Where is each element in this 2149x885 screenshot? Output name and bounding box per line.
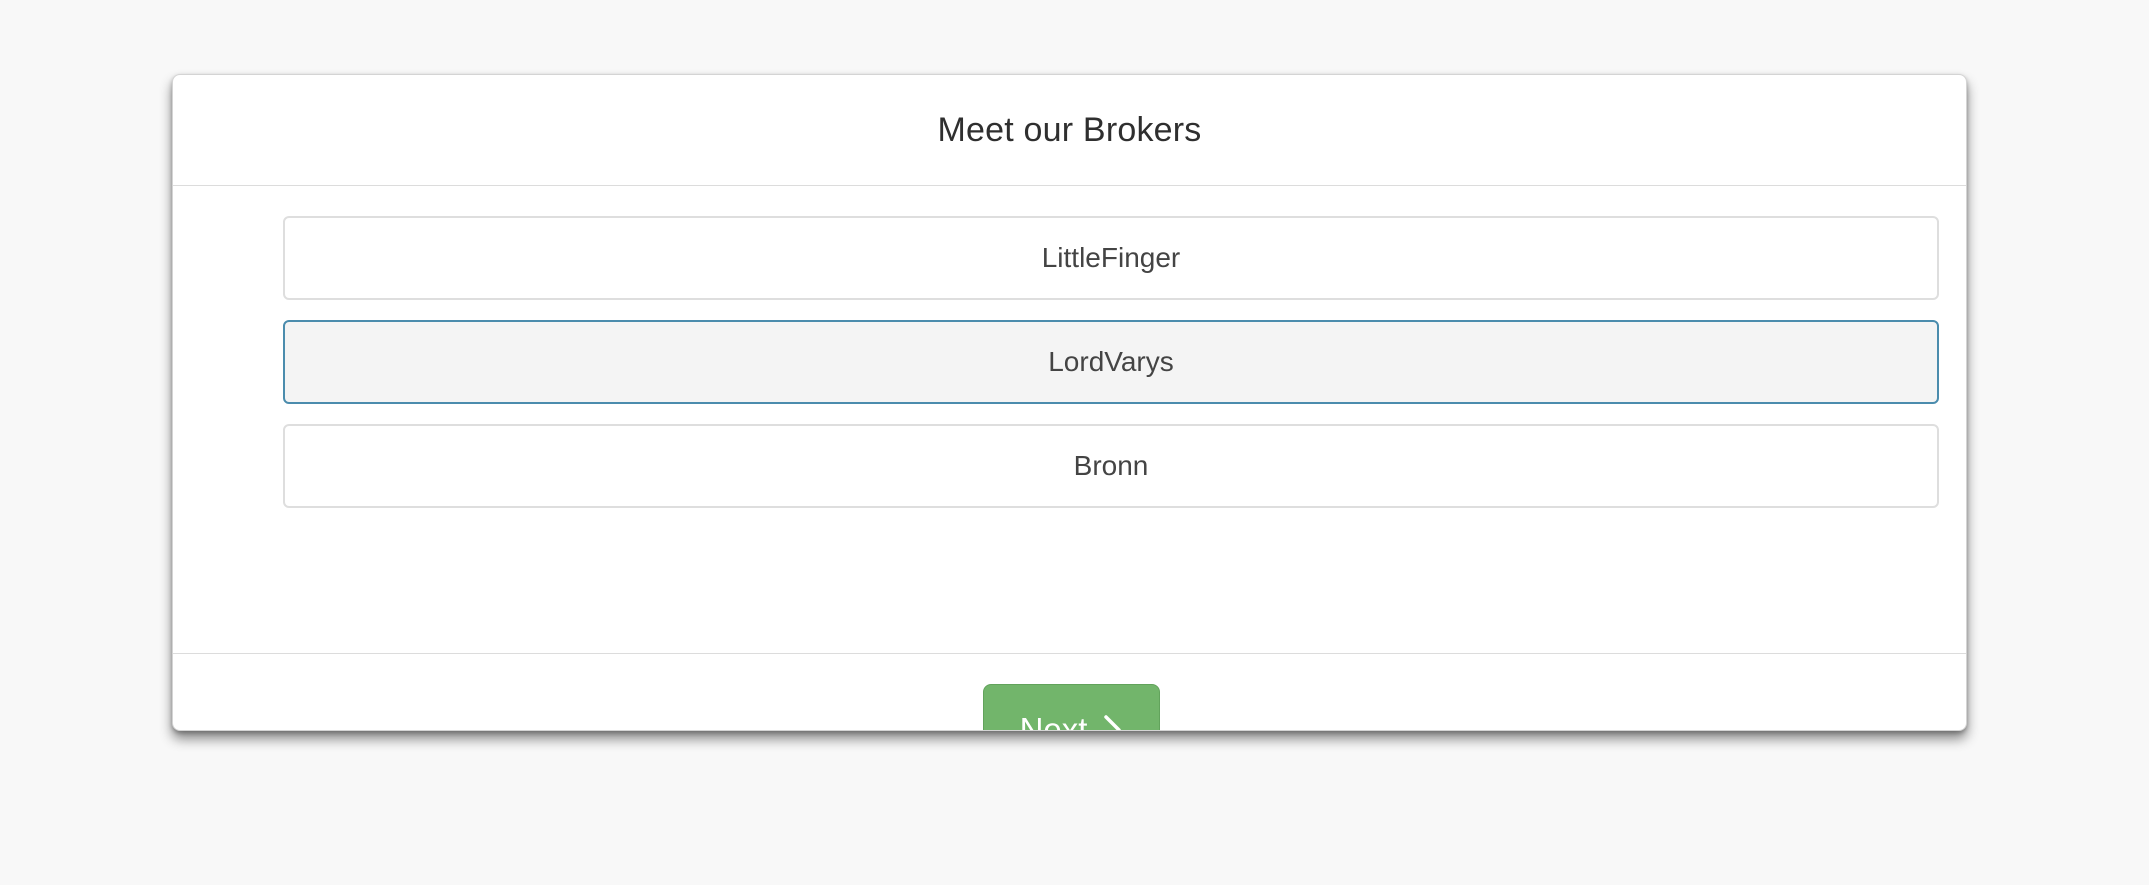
next-button-label: Next (1019, 710, 1088, 731)
broker-option-lordvarys[interactable]: LordVarys (283, 320, 1939, 404)
next-button[interactable]: Next (983, 684, 1160, 731)
panel-footer: Next (173, 654, 1966, 730)
broker-option-label: LittleFinger (1041, 242, 1181, 273)
broker-option-littlefinger[interactable]: LittleFinger (283, 216, 1939, 300)
panel-header: Meet our Brokers (173, 75, 1966, 186)
panel-body: LittleFinger LordVarys Bronn (173, 186, 1966, 654)
page-title: Meet our Brokers (937, 110, 1202, 149)
broker-list: LittleFinger LordVarys Bronn (283, 216, 1939, 528)
chevron-right-icon (1103, 714, 1123, 730)
brokers-panel: Meet our Brokers LittleFinger LordVarys … (172, 74, 1967, 731)
broker-option-bronn[interactable]: Bronn (283, 424, 1939, 508)
broker-option-label: Bronn (1073, 450, 1149, 481)
broker-option-label: LordVarys (1048, 346, 1174, 377)
